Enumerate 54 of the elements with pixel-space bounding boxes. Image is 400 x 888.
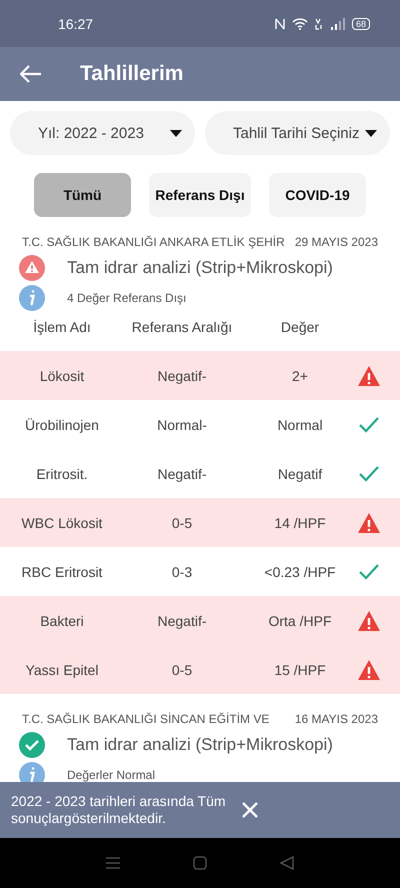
home-icon[interactable] xyxy=(192,856,207,870)
dropdown-caret-icon xyxy=(365,130,377,136)
table-cell-text: Negatif xyxy=(276,466,324,482)
dropdown[interactable]: Yıl: 2022 - 2023 xyxy=(10,111,195,155)
table-cell-text: <0.23 /HPF xyxy=(263,564,337,580)
info-icon xyxy=(19,762,45,782)
dropdown-caret-icon xyxy=(170,130,182,136)
institution-name: T.C. SAĞLIK BAKANLIĞI SİNCAN EĞİTİM VE xyxy=(22,712,270,726)
table-cell-text: 0-5 xyxy=(170,662,194,678)
table-cell-text: 15 /HPF xyxy=(273,662,327,678)
table-cell-text: Bakteri xyxy=(39,612,85,628)
wifi-icon xyxy=(292,18,308,30)
table-cell-text: RBC Eritrosit xyxy=(20,564,104,580)
table-cell-text: 0-5 xyxy=(170,514,194,530)
table-cell-text: Eritrosit. xyxy=(35,466,89,482)
table-cell-text: WBC Lökosit xyxy=(20,514,104,530)
clock: 16:27 xyxy=(58,16,94,32)
volte-icon xyxy=(314,18,324,30)
table-cell-text: Negatif- xyxy=(156,612,208,628)
result-date: 29 MAYIS 2023 xyxy=(294,235,378,249)
result-summary: 4 Değer Referans Dışı xyxy=(67,291,186,305)
column-header: İşlem Adı xyxy=(32,319,92,335)
filter-tab[interactable]: Tümü xyxy=(34,173,131,217)
test-name: Tam idrar analizi (Strip+Mikroskopi) xyxy=(67,258,333,278)
nfc-icon xyxy=(274,18,285,30)
dropdown[interactable]: Tahlil Tarihi Seçiniz xyxy=(205,111,390,155)
filter-tab[interactable]: COVID-19 xyxy=(269,173,366,217)
table-cell-text: Normal xyxy=(276,416,324,432)
table-cell-text: Orta /HPF xyxy=(267,612,332,628)
result-date: 16 MAYIS 2023 xyxy=(294,712,378,726)
table-cell-text: Negatif- xyxy=(156,368,208,384)
back-icon[interactable] xyxy=(280,856,294,870)
battery-icon: 68 xyxy=(352,18,370,30)
snackbar-message: 2022 - 2023 tarihleri arasında Tüm sonuçlargösterilmektedir. xyxy=(11,793,227,827)
table-cell-text: 14 /HPF xyxy=(273,514,327,530)
signal-icon xyxy=(330,18,345,30)
table-cell-text: Ürobilinojen xyxy=(24,416,100,432)
column-header: Referans Aralığı xyxy=(130,319,234,335)
institution-name: T.C. SAĞLIK BAKANLIĞI ANKARA ETLİK ŞEHİR xyxy=(22,235,285,249)
close-button[interactable] xyxy=(241,801,259,819)
test-name: Tam idrar analizi (Strip+Mikroskopi) xyxy=(67,735,333,755)
back-button[interactable] xyxy=(20,65,42,83)
info-icon xyxy=(19,285,45,311)
table-cell-text: Normal- xyxy=(156,416,208,432)
table-cell-text: Lökosit xyxy=(38,368,86,384)
table-cell-text: 0-3 xyxy=(170,564,194,580)
table-cell-text: Negatif- xyxy=(156,466,208,482)
menu-icon[interactable] xyxy=(106,857,120,869)
column-header: Değer xyxy=(280,319,320,335)
result-summary: Değerler Normal xyxy=(67,768,156,782)
filter-tab[interactable]: Referans Dışı xyxy=(149,173,251,217)
table-cell-text: 2+ xyxy=(291,368,309,384)
table-cell-text: Yassı Epitel xyxy=(24,662,100,678)
page-title: Tahlillerim xyxy=(80,62,184,86)
